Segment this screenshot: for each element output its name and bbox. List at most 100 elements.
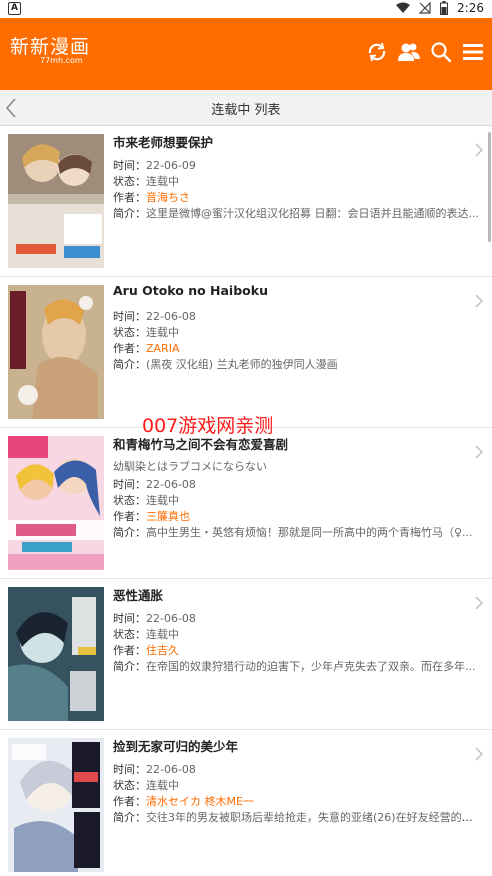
label-intro: 简介：: [113, 811, 146, 824]
update-time: 时间：22-06-08: [113, 610, 483, 626]
label-intro: 简介：: [113, 207, 146, 220]
label-status: 状态：: [113, 628, 146, 641]
cover-image: [8, 738, 104, 872]
time-value: 22-06-09: [146, 159, 196, 172]
chevron-right-icon: [475, 143, 483, 157]
intro: 简介：高中生男生・英悠有烦恼！那就是同一所高中的两个青梅竹马（♀...: [113, 524, 483, 540]
label-time: 时间：: [113, 159, 146, 172]
intro: 简介：(黑夜 汉化组) 兰丸老师的独伊同人漫画: [113, 356, 483, 372]
cover-image: [8, 587, 104, 721]
label-status: 状态：: [113, 326, 146, 339]
status-value: 连载中: [146, 779, 179, 792]
notification-icon: A: [8, 2, 21, 15]
list-item[interactable]: 和青梅竹马之间不会有恋爱喜剧 幼馴染とはラブコメにならない 时间：22-06-0…: [0, 428, 492, 579]
label-intro: 简介：: [113, 526, 146, 539]
author-link[interactable]: 住吉久: [146, 644, 179, 657]
chevron-right-icon: [475, 445, 483, 459]
author: 作者：音海ちさ: [113, 189, 483, 205]
nav-bar: 连载中 列表: [0, 90, 492, 126]
chevron-right-icon: [475, 747, 483, 761]
status-value: 连载中: [146, 175, 179, 188]
menu-icon[interactable]: [461, 39, 485, 65]
update-time: 时间：22-06-08: [113, 761, 483, 777]
comic-title: 市来老师想要保护: [113, 135, 214, 150]
update-time: 时间：22-06-09: [113, 157, 483, 173]
watermark-text: 007游戏网亲测: [142, 415, 274, 437]
status-value: 连载中: [146, 628, 179, 641]
logo-text: 新新漫画: [10, 36, 91, 58]
status: 状态：连载中: [113, 324, 483, 340]
time-value: 22-06-08: [146, 310, 196, 323]
intro-text: 这里是微博@蜜汁汉化组汉化招募 日翻：会日语并且能通顺的表达...: [146, 207, 479, 220]
list-item[interactable]: 市来老师想要保护 时间：22-06-09 状态：连载中 作者：音海ちさ 简介：这…: [0, 126, 492, 277]
status-value: 连载中: [146, 494, 179, 507]
time-value: 22-06-08: [146, 763, 196, 776]
intro-text: 高中生男生・英悠有烦恼！那就是同一所高中的两个青梅竹马（♀...: [146, 526, 473, 539]
time-value: 22-06-08: [146, 478, 196, 491]
label-time: 时间：: [113, 612, 146, 625]
clock: 2:26: [457, 1, 484, 15]
status-icons: 2:26: [396, 1, 484, 15]
intro: 简介：在帝国的奴隶狩猎行动的迫害下，少年卢克失去了双亲。而在多年...: [113, 658, 483, 674]
author: 作者：住吉久: [113, 642, 483, 658]
label-intro: 简介：: [113, 660, 146, 673]
logo-domain: 77mh.com: [40, 56, 83, 65]
refresh-icon[interactable]: [365, 39, 389, 65]
list-item[interactable]: 恶性通胀 时间：22-06-08 状态：连载中 作者：住吉久 简介：在帝国的奴隶…: [0, 579, 492, 730]
author-link[interactable]: 音海ちさ: [146, 191, 190, 204]
status: 状态：连载中: [113, 173, 483, 189]
time-value: 22-06-08: [146, 612, 196, 625]
scrollbar[interactable]: [488, 132, 491, 242]
intro-text: 在帝国的奴隶狩猎行动的迫害下，少年卢克失去了双亲。而在多年...: [146, 660, 476, 673]
label-author: 作者：: [113, 644, 146, 657]
label-time: 时间：: [113, 478, 146, 491]
chevron-right-icon: [475, 294, 483, 308]
author: 作者：三簾真也: [113, 508, 483, 524]
update-time: 时间：22-06-08: [113, 308, 483, 324]
page-title: 连载中 列表: [211, 103, 281, 118]
intro: 简介：交往3年的男友被职场后辈给抢走，失意的亚绪(26)在好友经营的酒...: [113, 809, 483, 825]
label-status: 状态：: [113, 779, 146, 792]
wifi-icon: [396, 2, 411, 13]
cover-image: [8, 436, 104, 570]
comic-subtitle: 幼馴染とはラブコメにならない: [113, 460, 267, 473]
label-intro: 简介：: [113, 358, 146, 371]
label-author: 作者：: [113, 191, 146, 204]
update-time: 时间：22-06-08: [113, 476, 483, 492]
list-item[interactable]: 捡到无家可归的美少年 时间：22-06-08 状态：连载中 作者：清水セイカ 柊…: [0, 730, 492, 876]
user-icon[interactable]: [397, 39, 421, 65]
status: 状态：连载中: [113, 492, 483, 508]
app-header: 新新漫画 77mh.com: [0, 18, 492, 90]
signal-off-icon: [419, 2, 431, 14]
comic-title: Aru Otoko no Haiboku: [113, 283, 268, 298]
status-value: 连载中: [146, 326, 179, 339]
status: 状态：连载中: [113, 626, 483, 642]
label-time: 时间：: [113, 310, 146, 323]
label-status: 状态：: [113, 494, 146, 507]
label-status: 状态：: [113, 175, 146, 188]
author: 作者：清水セイカ 柊木ME一: [113, 793, 483, 809]
cover-image: [8, 285, 104, 419]
app-logo[interactable]: 新新漫画 77mh.com: [10, 36, 91, 65]
status: 状态：连载中: [113, 777, 483, 793]
cover-image: [8, 134, 104, 268]
intro-text: 交往3年的男友被职场后辈给抢走，失意的亚绪(26)在好友经营的酒...: [146, 811, 483, 824]
label-author: 作者：: [113, 510, 146, 523]
comic-list: 市来老师想要保护 时间：22-06-09 状态：连载中 作者：音海ちさ 简介：这…: [0, 126, 492, 876]
author-link[interactable]: 三簾真也: [146, 510, 190, 523]
comic-title: 捡到无家可归的美少年: [113, 739, 239, 754]
label-author: 作者：: [113, 342, 146, 355]
list-item[interactable]: Aru Otoko no Haiboku 时间：22-06-08 状态：连载中 …: [0, 277, 492, 428]
chevron-right-icon: [475, 596, 483, 610]
author-link[interactable]: ZARIA: [146, 342, 179, 355]
search-icon[interactable]: [429, 39, 453, 65]
battery-icon: [440, 1, 449, 15]
label-time: 时间：: [113, 763, 146, 776]
author: 作者：ZARIA: [113, 340, 483, 356]
intro-text: (黑夜 汉化组) 兰丸老师的独伊同人漫画: [146, 358, 338, 371]
comic-title: 恶性通胀: [113, 588, 164, 603]
status-bar: A 2:26: [0, 0, 492, 18]
author-link[interactable]: 清水セイカ 柊木ME一: [146, 795, 254, 808]
label-author: 作者：: [113, 795, 146, 808]
intro: 简介：这里是微博@蜜汁汉化组汉化招募 日翻：会日语并且能通顺的表达...: [113, 205, 483, 221]
